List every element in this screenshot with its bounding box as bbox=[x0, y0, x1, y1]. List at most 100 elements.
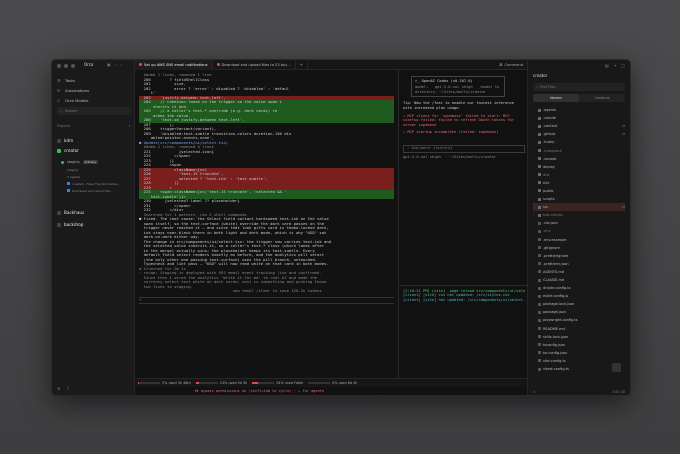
file-name: .vscode bbox=[543, 156, 557, 161]
file-name: package.json bbox=[543, 310, 567, 315]
folder-item[interactable]: › test-results bbox=[533, 211, 625, 219]
folder-icon bbox=[538, 116, 541, 120]
file-name: .prettierrc.json bbox=[543, 261, 569, 266]
folder-item[interactable]: › .context M bbox=[533, 122, 625, 130]
file-item[interactable]: tsr.config.json bbox=[533, 349, 625, 357]
tab-contents[interactable]: Contents bbox=[579, 94, 625, 102]
project-backdrop[interactable]: backdrop bbox=[57, 222, 131, 227]
help-icon[interactable]: ? bbox=[67, 386, 69, 391]
file-name: skills-lock.json bbox=[543, 334, 569, 339]
file-item[interactable]: .env.example bbox=[533, 236, 625, 244]
codex-header-box: >_ OpenAI Codex (v0.107.0) model: gpt-5.… bbox=[411, 76, 505, 98]
codex-terminal[interactable]: >_ OpenAI Codex (v0.107.0) model: gpt-5.… bbox=[399, 70, 529, 380]
tab-s3[interactable]: Download and upload files to S3 buc... bbox=[213, 60, 296, 70]
task-item[interactable]: Download and upload file... bbox=[61, 187, 131, 194]
file-item[interactable]: .prettierrc.json bbox=[533, 260, 625, 268]
folder-item[interactable]: › .vscode bbox=[533, 155, 625, 163]
chevron-right-icon: › bbox=[533, 213, 535, 218]
chevron-right-icon: › bbox=[533, 140, 535, 145]
tab-bar: Set up AWS SNS email notifications Downl… bbox=[135, 60, 527, 70]
folder-item[interactable]: › .github M bbox=[533, 130, 625, 138]
folder-item[interactable]: › .turbopack bbox=[533, 146, 625, 154]
file-item[interactable]: playwright.config.ts bbox=[533, 316, 625, 324]
workspace-staging[interactable]: staging primary staging 3 agents created … bbox=[61, 158, 131, 194]
chevron-right-icon: › bbox=[533, 108, 535, 113]
file-name: .husky bbox=[543, 140, 555, 145]
folder-icon bbox=[538, 181, 541, 185]
file-item[interactable]: package-lock.json bbox=[533, 300, 625, 308]
file-icon bbox=[538, 294, 541, 298]
file-item[interactable]: .gitignore bbox=[533, 244, 625, 252]
minimize-dot[interactable] bbox=[64, 64, 68, 68]
forward-icon[interactable]: › bbox=[120, 62, 122, 67]
usage-meter: 0% used 6d 4h bbox=[308, 381, 357, 385]
dev-server-log[interactable]: [2:18:21 PM] [vite] page reload src/comp… bbox=[399, 285, 529, 305]
file-name: .claude bbox=[543, 116, 556, 121]
folder-item[interactable]: › scripts bbox=[533, 195, 625, 203]
folder-item[interactable]: › public bbox=[533, 187, 625, 195]
command-button[interactable]: ⌘ Command bbox=[499, 63, 527, 67]
folder-item[interactable]: › .husky bbox=[533, 138, 625, 146]
chevron-right-icon: › bbox=[533, 188, 535, 193]
tab-names[interactable]: Names bbox=[533, 94, 579, 102]
chevron-right-icon: › bbox=[533, 148, 535, 153]
files-icon[interactable]: ▢ bbox=[621, 63, 625, 68]
close-dot[interactable] bbox=[57, 64, 61, 68]
layout-icon[interactable]: ▤ bbox=[605, 63, 609, 68]
back-icon[interactable]: ‹ bbox=[115, 62, 117, 67]
task-item[interactable]: created - Fixes The text below... bbox=[61, 180, 131, 187]
chevron-right-icon: › bbox=[533, 156, 535, 161]
folder-item[interactable]: › e2e bbox=[533, 179, 625, 187]
file-icon bbox=[538, 327, 541, 331]
file-item[interactable]: skills-lock.json bbox=[533, 333, 625, 341]
file-name: drizzle.config.ts bbox=[543, 286, 571, 291]
codex-input[interactable]: › Implement {feature} bbox=[403, 144, 525, 153]
git-status-badge: M bbox=[622, 205, 625, 210]
search-icon: ⌕ bbox=[60, 109, 63, 113]
app-name: Orca bbox=[84, 62, 94, 67]
add-project-icon[interactable]: + bbox=[128, 124, 131, 128]
folder-icon bbox=[538, 140, 541, 144]
nav-models[interactable]: ◇ Orca Models bbox=[57, 95, 131, 105]
file-item[interactable]: package.json bbox=[533, 308, 625, 316]
file-item[interactable]: AGENTS.md bbox=[533, 268, 625, 276]
usage-bar bbox=[252, 381, 275, 385]
folder-item[interactable]: › .agents bbox=[533, 106, 625, 114]
folder-item[interactable]: › .claude bbox=[533, 114, 625, 122]
project-backhaus[interactable]: Backhaus bbox=[57, 210, 131, 215]
search-icon: ⌕ bbox=[536, 85, 538, 89]
find-files-input[interactable]: ⌕ Find Files bbox=[533, 83, 625, 91]
file-item[interactable]: CLAUDE.md bbox=[533, 276, 625, 284]
folder-item[interactable]: › deploy bbox=[533, 163, 625, 171]
nav-tasks[interactable]: ☰ Tasks bbox=[57, 75, 131, 85]
file-item[interactable]: .env bbox=[533, 227, 625, 235]
folder-item[interactable]: › dist bbox=[533, 171, 625, 179]
tab-sns[interactable]: Set up AWS SNS email notifications bbox=[135, 60, 213, 70]
claude-terminal[interactable]: Added 1 lines, removed 1 line 200 ? fiel… bbox=[135, 70, 398, 380]
sidebar-toggle-icon[interactable]: ▣ bbox=[107, 62, 111, 67]
workspace-agents: 3 agents bbox=[67, 174, 81, 179]
project-creator[interactable]: creator bbox=[57, 148, 131, 153]
sidebar-search[interactable]: ⌕ Search bbox=[57, 107, 131, 115]
window-controls[interactable] bbox=[57, 64, 75, 68]
terminal-toggle-icon[interactable] bbox=[612, 363, 621, 372]
claude-prompt-input[interactable]: › bbox=[139, 296, 394, 304]
nav-automations[interactable]: ⟳ Automations bbox=[57, 85, 131, 95]
file-item[interactable]: .cta.json bbox=[533, 219, 625, 227]
project-icon bbox=[57, 210, 61, 215]
file-item[interactable]: README.md bbox=[533, 325, 625, 333]
file-item[interactable]: .prettierignore bbox=[533, 252, 625, 260]
file-item[interactable]: drizzle.config.ts bbox=[533, 284, 625, 292]
settings-icon[interactable]: ⚙ bbox=[57, 386, 61, 391]
folder-icon bbox=[538, 157, 541, 161]
file-item[interactable]: eslint.config.js bbox=[533, 292, 625, 300]
git-icon[interactable]: ⑂ bbox=[614, 63, 616, 68]
new-tab-button[interactable]: + bbox=[296, 60, 308, 70]
maximize-dot[interactable] bbox=[71, 64, 75, 68]
file-icon bbox=[538, 221, 541, 225]
folder-item[interactable]: › src M bbox=[533, 203, 625, 212]
file-item[interactable]: tsconfig.json bbox=[533, 341, 625, 349]
project-kdm[interactable]: kdm bbox=[57, 138, 131, 143]
file-icon bbox=[538, 359, 541, 363]
explorer-tabs: Names Contents bbox=[533, 94, 625, 102]
